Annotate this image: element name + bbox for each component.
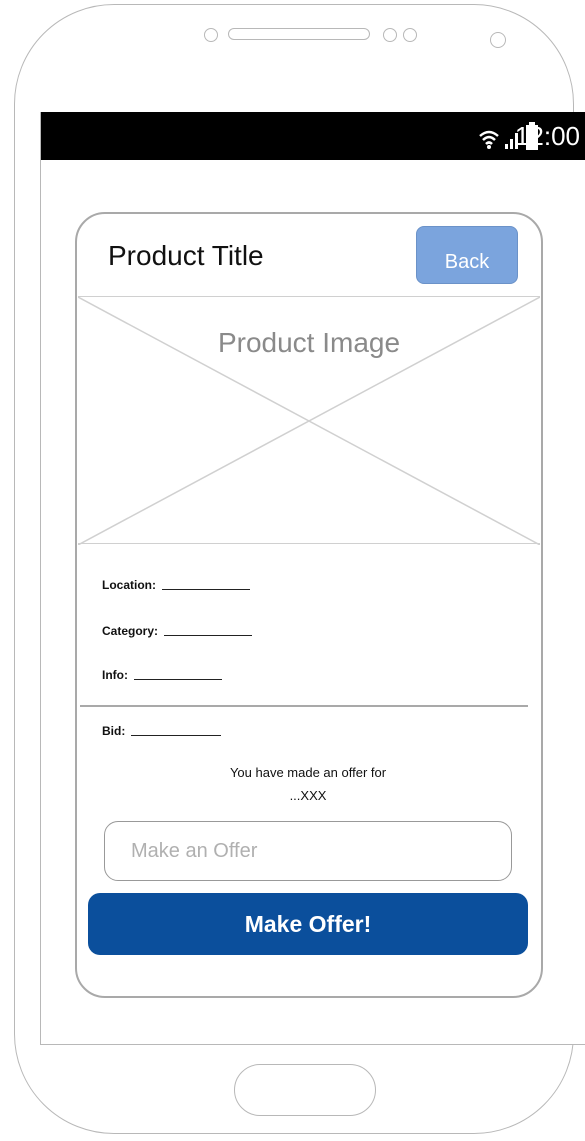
location-value-line: [162, 588, 250, 590]
info-value-line: [134, 678, 222, 680]
bid-field: Bid:: [102, 724, 222, 738]
product-title: Product Title: [108, 240, 264, 271]
location-label: Location:: [102, 578, 156, 592]
category-field: Category:: [102, 624, 253, 638]
details-divider: [80, 705, 528, 707]
sensor-icon: [403, 28, 417, 42]
make-offer-button[interactable]: Make Offer!: [88, 893, 528, 955]
front-camera-icon: [204, 28, 218, 42]
category-label: Category:: [102, 624, 159, 638]
offer-note-line2: ...XXX: [289, 788, 327, 803]
category-value-line: [164, 634, 253, 636]
bid-label: Bid:: [102, 724, 126, 738]
offer-input[interactable]: [104, 821, 512, 881]
status-time: 12:00: [514, 121, 580, 151]
home-button[interactable]: [234, 1064, 376, 1116]
back-button[interactable]: Back: [416, 226, 518, 284]
sensor-icon: [383, 28, 397, 42]
info-label: Info:: [102, 668, 128, 682]
wifi-icon: [479, 130, 499, 149]
bid-value-line: [131, 734, 222, 736]
status-bar: 12:00: [41, 112, 585, 160]
product-image-label: Product Image: [217, 327, 401, 358]
speaker-grille: [228, 28, 370, 40]
location-field: Location:: [102, 578, 250, 592]
product-image-placeholder: Product Image: [78, 296, 540, 545]
proximity-sensor-icon: [490, 32, 506, 48]
info-field: Info:: [102, 668, 222, 682]
offer-note-line1: You have made an offer for: [229, 765, 387, 780]
